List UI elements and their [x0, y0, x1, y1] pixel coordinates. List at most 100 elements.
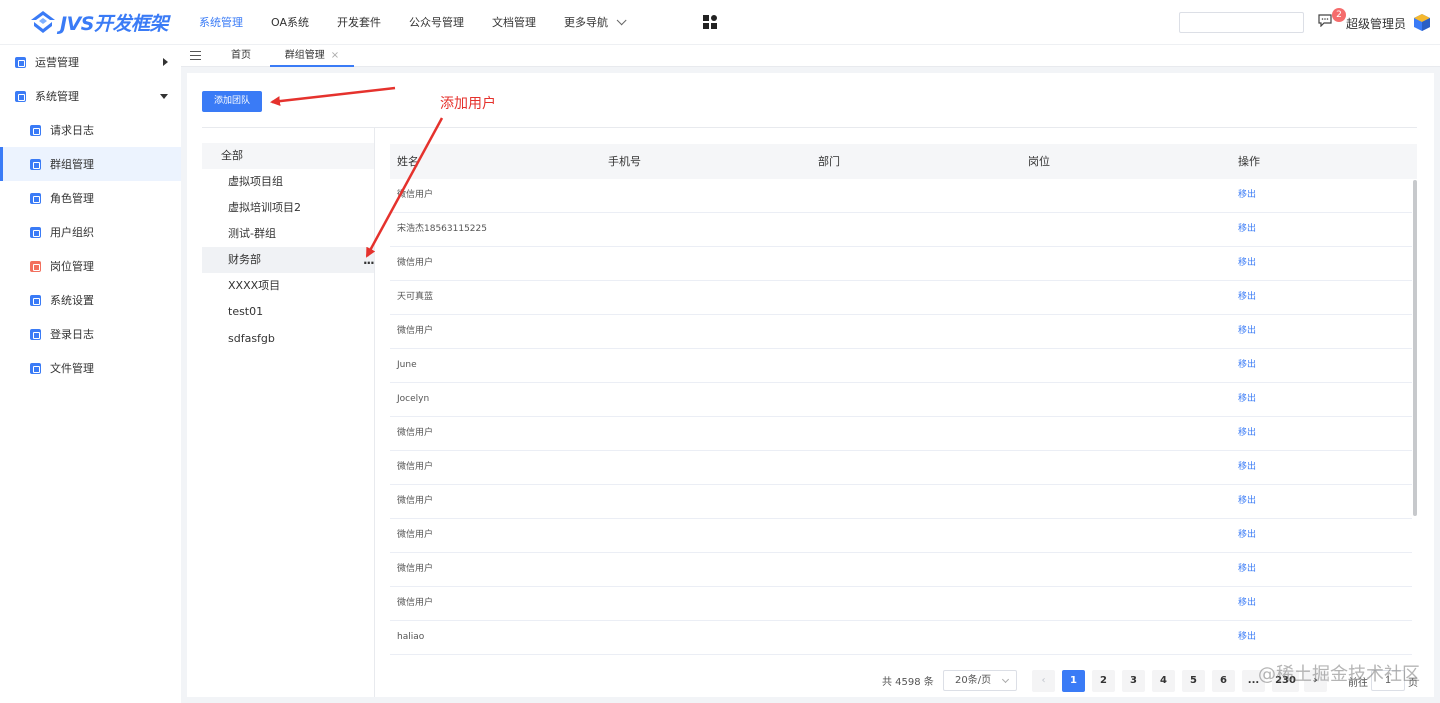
sidebar-item-settings[interactable]: 系统设置 [0, 283, 181, 317]
table-row: 微信用户 移出 [390, 417, 1412, 451]
group-item-all[interactable]: 全部 [202, 143, 374, 169]
topnav-item-system[interactable]: 系统管理 [185, 0, 257, 45]
group-item[interactable]: 虚拟培训项目2 [202, 195, 374, 221]
remove-link[interactable]: 移出 [1238, 519, 1256, 552]
column-header-department: 部门 [818, 155, 840, 168]
divider [374, 128, 375, 697]
message-count-badge: 2 [1332, 8, 1346, 22]
sidebar-item-label: 运营管理 [35, 56, 79, 69]
remove-link[interactable]: 移出 [1238, 451, 1256, 484]
page-button-3[interactable]: 3 [1122, 670, 1145, 692]
group-item[interactable]: 虚拟项目组 [202, 169, 374, 195]
pagination-total: 共 4598 条 [882, 677, 934, 688]
page-button-1[interactable]: 1 [1062, 670, 1085, 692]
sidebar-item-label: 请求日志 [50, 124, 94, 137]
column-header-action: 操作 [1238, 155, 1260, 168]
sidebar-item-login-log[interactable]: 登录日志 [0, 317, 181, 351]
cell-name: June [397, 360, 417, 370]
tab-home[interactable]: 首页 [221, 45, 261, 67]
topnav-item-official-account[interactable]: 公众号管理 [395, 0, 478, 45]
file-icon [30, 362, 41, 374]
page-button-6[interactable]: 6 [1212, 670, 1235, 692]
tab-label: 群组管理 [284, 50, 325, 61]
topnav-item-devkit[interactable]: 开发套件 [323, 0, 395, 45]
cell-name: 微信用户 [397, 428, 434, 438]
apps-grid-icon[interactable] [703, 15, 717, 29]
caret-right-icon [163, 58, 168, 66]
column-header-post: 岗位 [1028, 155, 1050, 168]
tab-group-management[interactable]: 群组管理 × [270, 45, 354, 67]
cell-name: Jocelyn [397, 394, 430, 404]
caret-down-icon [160, 94, 168, 99]
sidebar: 运营管理 系统管理 请求日志 群组管理 角色管理 用户组织 岗位管理 系统设置 … [0, 45, 181, 703]
remove-link[interactable]: 移出 [1238, 485, 1256, 518]
group-item[interactable]: sdfasfgb [202, 326, 374, 352]
logo[interactable]: JVS开发框架 [30, 9, 168, 35]
sidebar-item-label: 岗位管理 [50, 260, 94, 273]
page-button-2[interactable]: 2 [1092, 670, 1115, 692]
remove-link[interactable]: 移出 [1238, 417, 1256, 450]
topnav-item-docs[interactable]: 文档管理 [478, 0, 550, 45]
cell-name: 微信用户 [397, 530, 434, 540]
table-scrollbar[interactable] [1413, 180, 1417, 516]
role-icon [30, 192, 41, 204]
cell-name: 天可真蓝 [397, 292, 434, 302]
table-row: 微信用户 移出 [390, 179, 1412, 213]
sidebar-item-files[interactable]: 文件管理 [0, 351, 181, 385]
sidebar-item-role[interactable]: 角色管理 [0, 181, 181, 215]
add-team-button[interactable]: 添加团队 [202, 91, 262, 112]
remove-link[interactable]: 移出 [1238, 587, 1256, 620]
remove-link[interactable]: 移出 [1238, 179, 1256, 212]
cell-name: 微信用户 [397, 598, 434, 608]
topnav-item-more[interactable]: 更多导航 [550, 0, 637, 45]
more-options-icon[interactable]: ··· [363, 256, 375, 270]
avatar[interactable] [1413, 13, 1431, 32]
cell-name: 微信用户 [397, 190, 434, 200]
sidebar-item-post[interactable]: 岗位管理 [0, 249, 181, 283]
close-icon[interactable]: × [331, 50, 339, 61]
remove-link[interactable]: 移出 [1238, 213, 1256, 246]
sidebar-item-user-org[interactable]: 用户组织 [0, 215, 181, 249]
remove-link[interactable]: 移出 [1238, 553, 1256, 586]
top-nav: 系统管理 OA系统 开发套件 公众号管理 文档管理 更多导航 [185, 0, 637, 45]
menu-fold-icon[interactable] [190, 51, 201, 60]
user-name[interactable]: 超级管理员 [1346, 15, 1406, 32]
sidebar-item-label: 系统设置 [50, 294, 94, 307]
remove-link[interactable]: 移出 [1238, 349, 1256, 382]
table-row: 微信用户 移出 [390, 247, 1412, 281]
page-button-4[interactable]: 4 [1152, 670, 1175, 692]
sidebar-item-request-log[interactable]: 请求日志 [0, 113, 181, 147]
table-header: 姓名 手机号 部门 岗位 操作 [390, 144, 1417, 179]
remove-link[interactable]: 移出 [1238, 621, 1256, 654]
table-row: 微信用户 移出 [390, 315, 1412, 349]
remove-link[interactable]: 移出 [1238, 247, 1256, 280]
prev-page-button[interactable]: ‹ [1032, 670, 1055, 692]
remove-link[interactable]: 移出 [1238, 281, 1256, 314]
column-header-phone: 手机号 [608, 155, 641, 168]
org-icon [30, 226, 41, 238]
page-button-5[interactable]: 5 [1182, 670, 1205, 692]
topnav-item-oa[interactable]: OA系统 [257, 0, 323, 45]
table-row: 微信用户 移出 [390, 519, 1412, 553]
cell-name: 微信用户 [397, 462, 434, 472]
remove-link[interactable]: 移出 [1238, 383, 1256, 416]
table-row: 微信用户 移出 [390, 553, 1412, 587]
cell-name: 微信用户 [397, 564, 434, 574]
page-size-select[interactable]: 20条/页 [943, 670, 1017, 691]
divider [202, 127, 1417, 128]
sidebar-item-label: 角色管理 [50, 192, 94, 205]
table-row: 微信用户 移出 [390, 485, 1412, 519]
remove-link[interactable]: 移出 [1238, 315, 1256, 348]
message-icon[interactable] [1318, 14, 1332, 27]
group-item[interactable]: 财务部 [202, 247, 374, 273]
group-item[interactable]: XXXX项目 [202, 273, 374, 299]
cell-name: 微信用户 [397, 258, 434, 268]
sidebar-item-label: 群组管理 [50, 158, 94, 171]
sidebar-item-group[interactable]: 群组管理 [0, 147, 181, 181]
sidebar-item-operations[interactable]: 运营管理 [0, 45, 181, 79]
sidebar-item-system[interactable]: 系统管理 [0, 79, 181, 113]
group-item[interactable]: test01 [202, 299, 374, 325]
group-item[interactable]: 测试-群组 [202, 221, 374, 247]
header-search-input[interactable] [1179, 12, 1304, 33]
table-row: 宋浩杰18563115225 移出 [390, 213, 1412, 247]
